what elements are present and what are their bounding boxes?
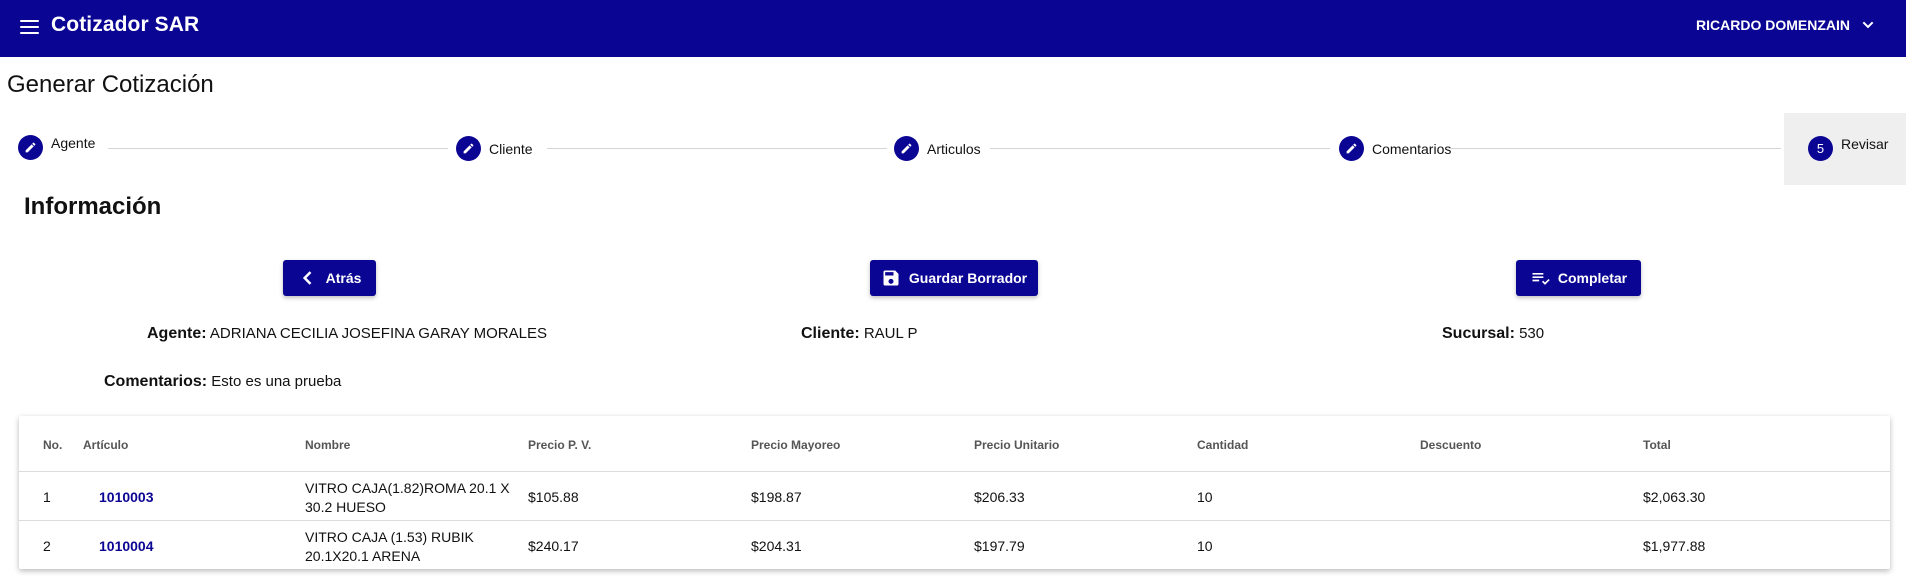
cell-nombre: VITRO CAJA (1.53) RUBIK 20.1X20.1 ARENA bbox=[305, 529, 474, 564]
cell-total: $2,063.30 bbox=[1643, 489, 1706, 505]
step-label: Comentarios bbox=[1372, 140, 1452, 157]
step-connector bbox=[990, 148, 1330, 149]
column-header[interactable]: Total bbox=[1643, 438, 1671, 452]
cell-cantidad: 10 bbox=[1197, 538, 1213, 554]
column-header[interactable]: Precio Mayoreo bbox=[751, 438, 840, 452]
section-title: Información bbox=[24, 193, 162, 220]
save-icon bbox=[883, 270, 899, 286]
cell-no: 1 bbox=[43, 489, 51, 505]
chevron-left-icon bbox=[302, 271, 311, 285]
app-title: Cotizador SAR bbox=[51, 13, 200, 36]
comentarios-info: Comentarios: Esto es una prueba bbox=[104, 373, 341, 391]
step-label: Revisar bbox=[1841, 135, 1889, 152]
step-label: Articulos bbox=[927, 140, 981, 157]
step-agente[interactable]: Agente bbox=[18, 135, 95, 160]
cell-nombre: VITRO CAJA(1.82)ROMA 20.1 X 30.2 HUESO bbox=[305, 480, 510, 515]
column-header[interactable]: Artículo bbox=[83, 438, 128, 452]
step-revisar[interactable]: 5 Revisar bbox=[1808, 136, 1888, 161]
articles-table: No. Artículo Nombre Precio P. V. Precio … bbox=[19, 416, 1890, 569]
cell-cantidad: 10 bbox=[1197, 489, 1213, 505]
pencil-icon bbox=[456, 136, 481, 161]
playlist-check-icon bbox=[1532, 273, 1550, 285]
comentarios-value: Esto es una prueba bbox=[211, 373, 342, 390]
table-row: 1 1010003 VITRO CAJA(1.82)ROMA 20.1 X 30… bbox=[19, 472, 1890, 521]
page-title: Generar Cotización bbox=[7, 71, 214, 98]
article-link[interactable]: 1010004 bbox=[99, 538, 154, 554]
table-header: No. Artículo Nombre Precio P. V. Precio … bbox=[19, 416, 1890, 472]
cliente-info: Cliente: RAUL P bbox=[801, 325, 917, 343]
back-button[interactable]: Atrás bbox=[283, 260, 376, 296]
cell-total: $1,977.88 bbox=[1643, 538, 1706, 554]
step-label: Cliente bbox=[489, 140, 533, 157]
pencil-icon bbox=[894, 136, 919, 161]
column-header[interactable]: Cantidad bbox=[1197, 438, 1248, 452]
cell-precio-unitario: $206.33 bbox=[974, 489, 1025, 505]
cliente-value: RAUL P bbox=[863, 325, 918, 342]
sucursal-label: Sucursal: bbox=[1442, 325, 1515, 342]
agente-label: Agente: bbox=[147, 325, 207, 342]
column-header[interactable]: Precio Unitario bbox=[974, 438, 1059, 452]
pencil-icon bbox=[1339, 136, 1364, 161]
article-link[interactable]: 1010003 bbox=[99, 489, 154, 505]
step-number: 5 bbox=[1808, 136, 1833, 161]
step-articulos[interactable]: Articulos bbox=[894, 136, 981, 161]
cell-no: 2 bbox=[43, 538, 51, 554]
complete-button[interactable]: Completar bbox=[1516, 260, 1641, 296]
agente-value: ADRIANA CECILIA JOSEFINA GARAY MORALES bbox=[209, 325, 547, 342]
column-header[interactable]: Precio P. V. bbox=[528, 438, 591, 452]
chevron-down-icon bbox=[1862, 21, 1874, 29]
user-name: RICARDO DOMENZAIN bbox=[1696, 17, 1850, 33]
step-connector bbox=[547, 148, 887, 149]
app-bar: Cotizador SAR RICARDO DOMENZAIN bbox=[0, 0, 1906, 57]
step-cliente[interactable]: Cliente bbox=[456, 136, 533, 161]
pencil-icon bbox=[18, 135, 43, 160]
agente-info: Agente: ADRIANA CECILIA JOSEFINA GARAY M… bbox=[147, 325, 547, 343]
cliente-label: Cliente: bbox=[801, 325, 860, 342]
column-header[interactable]: No. bbox=[43, 438, 62, 452]
sucursal-value: 530 bbox=[1519, 325, 1545, 342]
cell-precio-mayoreo: $198.87 bbox=[751, 489, 802, 505]
cell-precio-pv: $240.17 bbox=[528, 538, 579, 554]
step-connector bbox=[108, 148, 448, 149]
user-menu[interactable]: RICARDO DOMENZAIN bbox=[1696, 17, 1876, 33]
save-draft-button[interactable]: Guardar Borrador bbox=[870, 260, 1038, 296]
table-row: 2 1010004 VITRO CAJA (1.53) RUBIK 20.1X2… bbox=[19, 521, 1890, 570]
comentarios-label: Comentarios: bbox=[104, 373, 208, 390]
step-connector bbox=[1451, 148, 1781, 149]
stepper: Agente Cliente Articulos Comentarios 5 R… bbox=[0, 113, 1906, 185]
cell-precio-unitario: $197.79 bbox=[974, 538, 1025, 554]
column-header[interactable]: Nombre bbox=[305, 438, 350, 452]
step-label: Agente bbox=[51, 134, 96, 151]
cell-precio-pv: $105.88 bbox=[528, 489, 579, 505]
sucursal-info: Sucursal: 530 bbox=[1442, 325, 1544, 343]
menu-icon[interactable] bbox=[20, 17, 42, 35]
column-header[interactable]: Descuento bbox=[1420, 438, 1481, 452]
cell-precio-mayoreo: $204.31 bbox=[751, 538, 802, 554]
step-comentarios[interactable]: Comentarios bbox=[1339, 136, 1451, 161]
